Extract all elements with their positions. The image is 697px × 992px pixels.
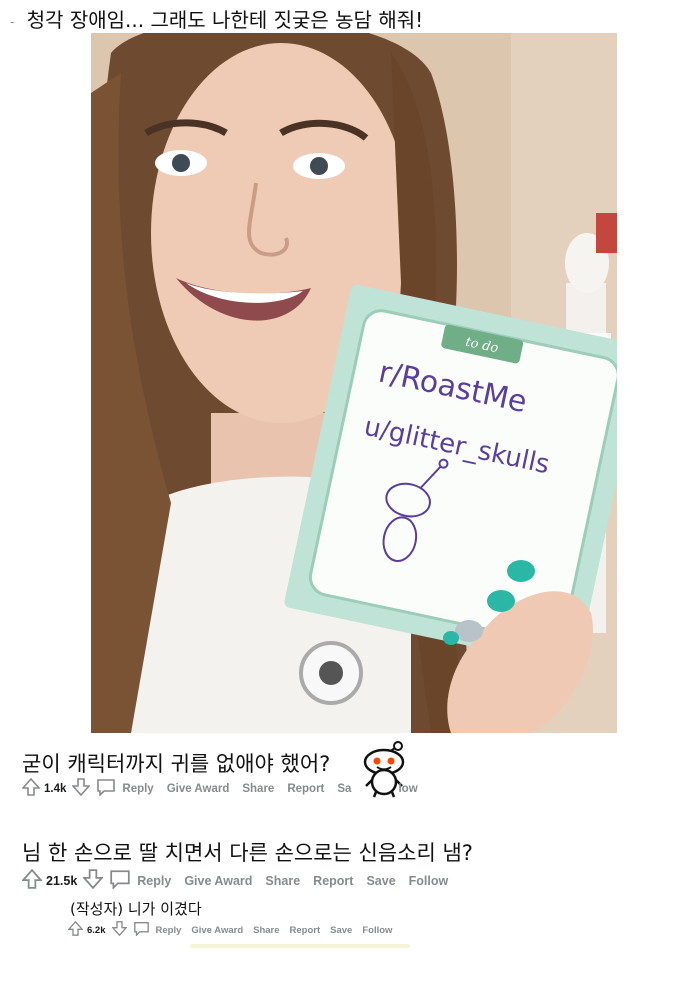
save-button[interactable]: Save: [330, 925, 352, 936]
upvote-icon[interactable]: [21, 777, 41, 799]
vote-count: 21.5k: [46, 873, 78, 888]
downvote-icon[interactable]: [71, 778, 92, 799]
comment-1-text: 굳이 캐릭터까지 귀를 없애야 했어?: [22, 752, 331, 776]
give-award-button[interactable]: Give Award: [184, 874, 252, 888]
report-button[interactable]: Report: [287, 783, 324, 795]
downvote-icon[interactable]: [110, 921, 128, 939]
reply-button[interactable]: Reply: [137, 874, 171, 888]
comment-3-actions: 6.2k Reply Give Award Share Report Save …: [67, 920, 402, 939]
divider: [190, 944, 410, 948]
reply-button[interactable]: Reply: [122, 783, 153, 795]
comment-icon[interactable]: [109, 869, 131, 892]
share-button[interactable]: Share: [242, 783, 274, 795]
upvote-icon[interactable]: [21, 868, 43, 892]
report-button[interactable]: Report: [313, 874, 353, 888]
post-title: 청각 장애임... 그래도 나한테 짓궂은 농담 해줘!: [26, 8, 424, 32]
follow-button[interactable]: low: [398, 783, 417, 795]
comment-icon[interactable]: [96, 778, 116, 799]
post-photo: to do r/RoastMe u/glitter_skulls: [91, 33, 617, 733]
vote-count: 6.2k: [87, 924, 106, 936]
title-marker: -: [10, 14, 15, 29]
give-award-button[interactable]: Give Award: [191, 925, 243, 936]
comment-3-text: (작성자) 니가 이겼다: [70, 900, 202, 918]
save-button[interactable]: Sa: [337, 783, 351, 795]
give-award-button[interactable]: Give Award: [167, 783, 230, 795]
share-button[interactable]: Share: [265, 874, 300, 888]
comment-2-text: 님 한 손으로 딸 치면서 다른 손으로는 신음소리 냄?: [22, 841, 473, 865]
follow-button[interactable]: Follow: [409, 874, 449, 888]
reply-button[interactable]: Reply: [156, 925, 182, 936]
comment-2-actions: 21.5k Reply Give Award Share Report Save…: [21, 868, 461, 892]
comment-icon[interactable]: [133, 921, 150, 939]
vote-count: 1.4k: [44, 782, 67, 795]
report-button[interactable]: Report: [290, 925, 321, 936]
post-title-row: - 청각 장애임... 그래도 나한테 짓궂은 농담 해줘!: [10, 4, 423, 33]
upvote-icon[interactable]: [67, 920, 84, 939]
share-button[interactable]: Share: [253, 925, 279, 936]
save-button[interactable]: Save: [366, 874, 395, 888]
follow-button[interactable]: Follow: [362, 925, 392, 936]
comment-1-actions: 1.4k Reply Give Award Share Report Sa lo…: [21, 777, 431, 799]
downvote-icon[interactable]: [82, 869, 105, 892]
